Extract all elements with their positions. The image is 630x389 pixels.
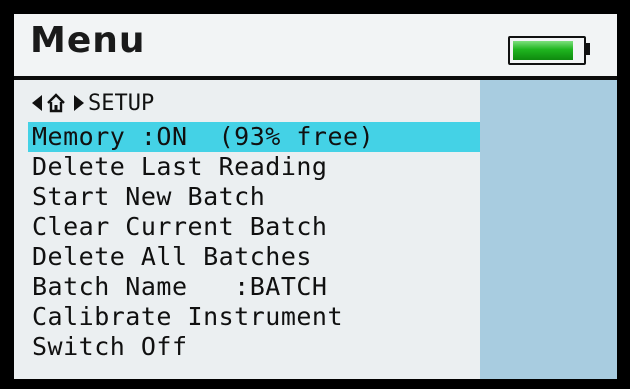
page-title: Menu — [30, 20, 146, 61]
battery-icon — [508, 36, 586, 65]
menu-item[interactable]: Delete Last Reading — [28, 152, 480, 182]
breadcrumb: SETUP — [32, 88, 154, 118]
triangle-right-icon — [74, 95, 84, 111]
menu-item[interactable]: Delete All Batches — [28, 242, 480, 272]
breadcrumb-label: SETUP — [88, 90, 155, 116]
menu-item[interactable]: Memory :ON (93% free) — [28, 122, 480, 152]
title-bar: Menu — [14, 14, 617, 76]
battery-level-fill — [513, 41, 573, 60]
menu-list: Memory :ON (93% free) Delete Last Reading… — [28, 122, 480, 362]
side-panel — [480, 80, 617, 379]
device-bezel: Menu SETUP Memory :ON (93% free) Delete L… — [0, 0, 630, 389]
device-screen: Menu SETUP Memory :ON (93% free) Delete L… — [14, 14, 617, 379]
battery-tip — [584, 43, 590, 55]
menu-body: SETUP Memory :ON (93% free) Delete Last R… — [14, 80, 617, 379]
menu-item[interactable]: Switch Off — [28, 332, 480, 362]
home-icon[interactable] — [46, 93, 66, 113]
menu-item[interactable]: Start New Batch — [28, 182, 480, 212]
menu-item[interactable]: Calibrate Instrument — [28, 302, 480, 332]
triangle-left-icon[interactable] — [32, 95, 42, 111]
menu-item[interactable]: Batch Name :BATCH — [28, 272, 480, 302]
menu-item[interactable]: Clear Current Batch — [28, 212, 480, 242]
